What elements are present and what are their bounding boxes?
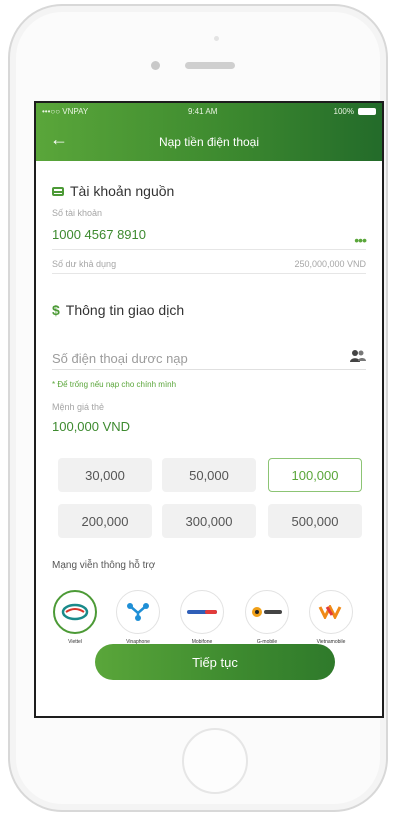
clock: 9:41 AM (188, 107, 218, 116)
dollar-icon: $ (52, 302, 60, 318)
denomination-option-50000[interactable]: 50,000 (162, 458, 256, 492)
denomination-option-300000[interactable]: 300,000 (162, 504, 256, 538)
network-vinaphone[interactable]: Vinaphone (115, 590, 161, 645)
network-mobifone[interactable]: Mobifone (179, 590, 225, 645)
networks-title: Mạng viễn thông hỗ trợ (52, 560, 156, 571)
account-number-label: Số tài khoản (52, 208, 103, 218)
divider (52, 249, 366, 250)
mobifone-logo-icon (180, 590, 224, 634)
transaction-info-title: Thông tin giao dịch (65, 302, 185, 318)
denomination-option-200000[interactable]: 200,000 (58, 504, 152, 538)
denomination-value: 100,000 VND (52, 419, 131, 434)
home-button[interactable] (182, 728, 248, 794)
balance-label: Số dư khả dụng (52, 259, 117, 269)
app-screen: •••○○ VNPAY 9:41 AM 100% ← Nạp tiền điện… (34, 101, 384, 718)
earpiece-speaker (185, 62, 235, 69)
page-title: Nạp tiền điện thoại (158, 135, 260, 149)
battery-percent: 100% (333, 107, 354, 116)
battery-icon (358, 108, 376, 115)
sensor-dot (214, 36, 219, 41)
network-viettel[interactable]: Viettel (52, 590, 98, 645)
denomination-option-500000[interactable]: 500,000 (268, 504, 362, 538)
contacts-icon[interactable] (350, 349, 366, 363)
viettel-logo-icon (53, 590, 97, 634)
vietnamobile-logo-icon (309, 590, 353, 634)
network-vietnamobile[interactable]: Vietnamobile (308, 590, 354, 645)
divider (52, 273, 366, 274)
continue-button[interactable]: Tiếp tục (95, 644, 335, 680)
phone-number-input[interactable] (52, 347, 366, 370)
source-account-title: Tài khoản nguồn (70, 183, 175, 199)
denomination-option-30000[interactable]: 30,000 (58, 458, 152, 492)
card-icon (52, 186, 64, 196)
phone-hint-text: * Để trống nếu nạp cho chính mình (52, 380, 177, 389)
balance-value: 250,000,000 VND (294, 259, 366, 269)
network-name: Viettel (68, 639, 82, 645)
source-account-heading: Tài khoản nguồn (52, 183, 174, 199)
denomination-label: Mệnh giá thẻ (52, 402, 105, 412)
transaction-info-heading: $ Thông tin giao dịch (52, 302, 184, 318)
more-options-icon[interactable]: ••• (354, 232, 367, 248)
front-camera (151, 61, 160, 70)
denomination-option-100000[interactable]: 100,000 (268, 458, 362, 492)
network-gmobile[interactable]: G-mobile (244, 590, 290, 645)
gmobile-logo-icon (245, 590, 289, 634)
vinaphone-logo-icon (116, 590, 160, 634)
account-number-value[interactable]: 1000 4567 8910 (52, 227, 146, 242)
carrier-label: •••○○ VNPAY (42, 107, 89, 116)
top-header: •••○○ VNPAY 9:41 AM 100% ← Nạp tiền điện… (36, 103, 382, 161)
